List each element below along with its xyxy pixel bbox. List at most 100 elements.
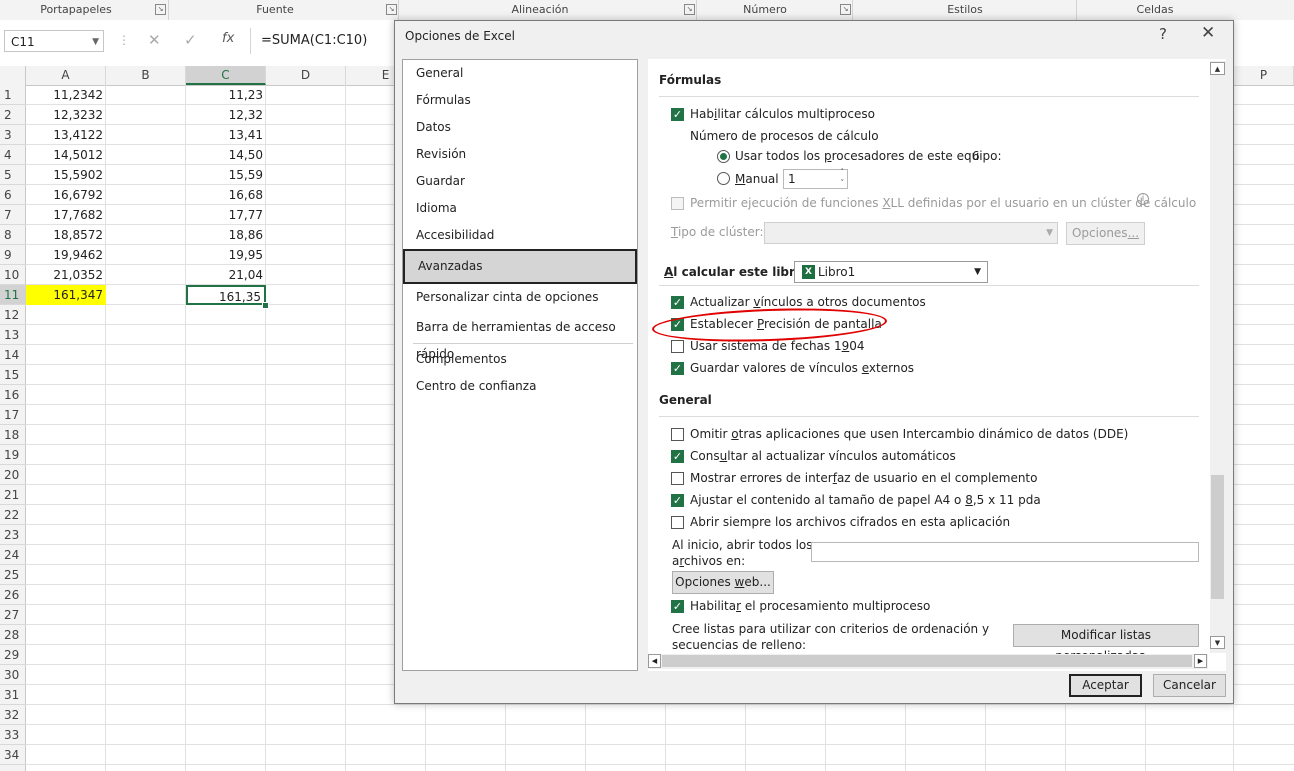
row-header[interactable]: 14 [0, 345, 26, 365]
column-header-d[interactable]: D [266, 66, 346, 85]
column-header-b[interactable]: B [106, 66, 186, 85]
cell-a7[interactable]: 17,7682 [26, 205, 106, 225]
workbook-select[interactable]: X Libro1 ▼ [794, 261, 988, 283]
use-all-processors-radio[interactable] [717, 150, 730, 163]
row-header[interactable]: 26 [0, 585, 26, 605]
ignore-dde-checkbox[interactable] [671, 428, 684, 441]
ask-update-links-checkbox[interactable]: ✓ [671, 450, 684, 463]
row-header[interactable]: 9 [0, 245, 26, 265]
row-header[interactable]: 23 [0, 525, 26, 545]
cell-a8[interactable]: 18,8572 [26, 225, 106, 245]
row-header[interactable]: 16 [0, 385, 26, 405]
row-header[interactable]: 5 [0, 165, 26, 185]
nav-item-formulas[interactable]: Fórmulas [403, 87, 637, 114]
horizontal-scrollbar[interactable]: ◀ ▶ [648, 654, 1208, 669]
row-header[interactable]: 18 [0, 425, 26, 445]
scrollbar-thumb[interactable] [662, 655, 1192, 667]
scroll-right-icon[interactable]: ▶ [1194, 654, 1207, 668]
chevron-down-icon[interactable]: ▼ [974, 262, 981, 282]
cell-a3[interactable]: 13,4122 [26, 125, 106, 145]
ok-button[interactable]: Aceptar [1069, 674, 1142, 697]
cell-c1[interactable]: 11,23 [186, 85, 266, 105]
enter-entry-icon[interactable]: ✓ [184, 31, 197, 49]
cluster-type-select[interactable]: ▼ [764, 222, 1058, 244]
row-header[interactable]: 15 [0, 365, 26, 385]
row-header[interactable]: 28 [0, 625, 26, 645]
web-options-button[interactable]: Opciones web... [672, 571, 774, 594]
manual-threads-radio[interactable] [717, 172, 730, 185]
row-header[interactable]: 4 [0, 145, 26, 165]
nav-item-trust-center[interactable]: Centro de confianza [403, 373, 637, 400]
cell-c3[interactable]: 13,41 [186, 125, 266, 145]
nav-item-data[interactable]: Datos [403, 114, 637, 141]
nav-item-language[interactable]: Idioma [403, 195, 637, 222]
row-header[interactable]: 8 [0, 225, 26, 245]
cell-a11[interactable]: 161,347 [26, 285, 106, 305]
row-header[interactable]: 3 [0, 125, 26, 145]
nav-item-accessibility[interactable]: Accesibilidad [403, 222, 637, 249]
row-header[interactable]: 2 [0, 105, 26, 125]
row-header[interactable]: 12 [0, 305, 26, 325]
dialog-launcher-icon[interactable]: ↘ [155, 4, 166, 15]
row-header[interactable]: 1 [0, 85, 26, 105]
name-box[interactable]: C11 ▼ [4, 30, 104, 52]
chevron-down-icon[interactable]: ▼ [1046, 223, 1053, 243]
addin-ui-errors-checkbox[interactable] [671, 472, 684, 485]
nav-item-save[interactable]: Guardar [403, 168, 637, 195]
xll-cluster-checkbox[interactable] [671, 197, 684, 210]
row-header[interactable]: 24 [0, 545, 26, 565]
close-icon[interactable]: ✕ [1201, 23, 1215, 43]
vertical-scrollbar[interactable]: ▲ ▼ [1210, 61, 1227, 653]
cell-a10[interactable]: 21,0352 [26, 265, 106, 285]
row-header[interactable]: 32 [0, 705, 26, 725]
update-links-checkbox[interactable]: ✓ [671, 296, 684, 309]
scroll-down-icon[interactable]: ▼ [1210, 636, 1225, 649]
cell-c11[interactable]: 161,35 [186, 285, 266, 305]
nav-item-quick-access-toolbar[interactable]: Barra de herramientas de acceso rápido [403, 314, 637, 361]
cell-a1[interactable]: 11,2342 [26, 85, 106, 105]
scale-a4-letter-checkbox[interactable]: ✓ [671, 494, 684, 507]
row-header[interactable]: 11 [0, 285, 26, 305]
fill-handle[interactable] [262, 302, 269, 309]
cell-a4[interactable]: 14,5012 [26, 145, 106, 165]
multithread-checkbox[interactable]: ✓ [671, 108, 684, 121]
dialog-launcher-icon[interactable]: ↘ [386, 4, 397, 15]
nav-item-customize-ribbon[interactable]: Personalizar cinta de opciones [403, 284, 637, 311]
save-external-values-checkbox[interactable]: ✓ [671, 362, 684, 375]
row-header[interactable]: 20 [0, 465, 26, 485]
row-header[interactable]: 17 [0, 405, 26, 425]
row-header[interactable]: 22 [0, 505, 26, 525]
row-header[interactable]: 25 [0, 565, 26, 585]
cell-c9[interactable]: 19,95 [186, 245, 266, 265]
row-header[interactable]: 31 [0, 685, 26, 705]
open-encrypted-checkbox[interactable] [671, 516, 684, 529]
row-header[interactable]: 6 [0, 185, 26, 205]
insert-function-icon[interactable]: fx [222, 31, 234, 46]
cell-c7[interactable]: 17,77 [186, 205, 266, 225]
scroll-up-icon[interactable]: ▲ [1210, 62, 1225, 75]
dialog-launcher-icon[interactable]: ↘ [684, 4, 695, 15]
dialog-launcher-icon[interactable]: ↘ [840, 4, 851, 15]
cell-c6[interactable]: 16,68 [186, 185, 266, 205]
stepper-arrows-icon[interactable]: ˄ ˅ [841, 167, 845, 189]
date-1904-checkbox[interactable] [671, 340, 684, 353]
cell-c10[interactable]: 21,04 [186, 265, 266, 285]
cell-a2[interactable]: 12,3232 [26, 105, 106, 125]
cell-c2[interactable]: 12,32 [186, 105, 266, 125]
cell-c8[interactable]: 18,86 [186, 225, 266, 245]
row-header[interactable]: 33 [0, 725, 26, 745]
nav-item-proofing[interactable]: Revisión [403, 141, 637, 168]
row-header[interactable]: 29 [0, 645, 26, 665]
select-all-corner[interactable] [0, 66, 26, 85]
column-header-a[interactable]: A [26, 66, 106, 85]
row-header[interactable]: 13 [0, 325, 26, 345]
startup-files-input[interactable] [811, 542, 1199, 562]
row-header[interactable]: 10 [0, 265, 26, 285]
chevron-down-icon[interactable]: ▼ [92, 31, 99, 53]
column-header-c[interactable]: C [186, 66, 266, 85]
scrollbar-thumb[interactable] [1211, 475, 1224, 599]
cell-c5[interactable]: 15,59 [186, 165, 266, 185]
cluster-options-button[interactable]: Opciones... [1066, 222, 1145, 245]
cell-a5[interactable]: 15,5902 [26, 165, 106, 185]
help-icon[interactable]: ? [1159, 25, 1167, 43]
